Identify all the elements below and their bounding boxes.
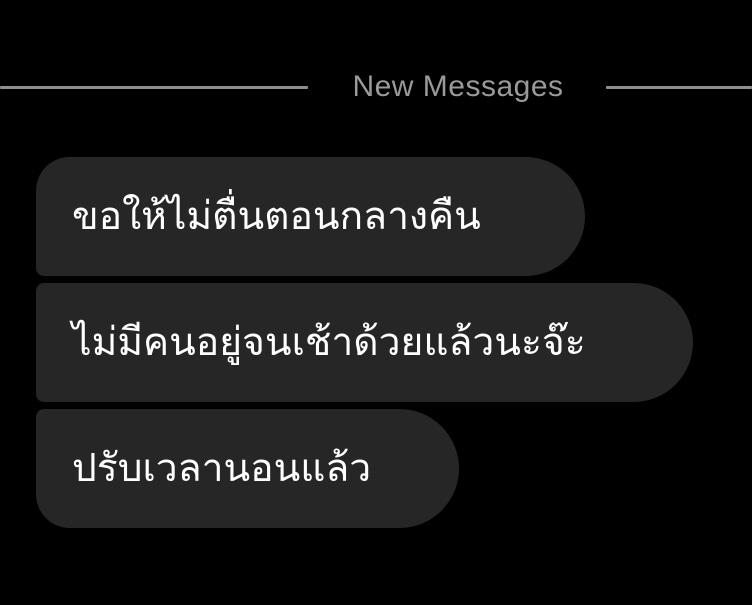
divider-line-right xyxy=(606,86,752,89)
message-bubble[interactable]: ปรับเวลานอนแล้ว xyxy=(36,409,459,528)
message-text: ปรับเวลานอนแล้ว xyxy=(72,446,372,491)
message-text: ขอให้ไม่ตื่นตอนกลางคืน xyxy=(72,194,481,239)
new-messages-divider: New Messages xyxy=(0,64,752,110)
message-text: ไม่มีคนอยู่จนเช้าด้วยแล้วนะจ๊ะ xyxy=(72,320,586,365)
message-bubble[interactable]: ไม่มีคนอยู่จนเช้าด้วยแล้วนะจ๊ะ xyxy=(36,283,693,402)
chat-screen: New Messages ขอให้ไม่ตื่นตอนกลางคืน ไม่ม… xyxy=(0,0,752,605)
divider-line-left xyxy=(0,86,308,89)
new-messages-label: New Messages xyxy=(352,70,564,103)
message-bubble[interactable]: ขอให้ไม่ตื่นตอนกลางคืน xyxy=(36,157,585,276)
